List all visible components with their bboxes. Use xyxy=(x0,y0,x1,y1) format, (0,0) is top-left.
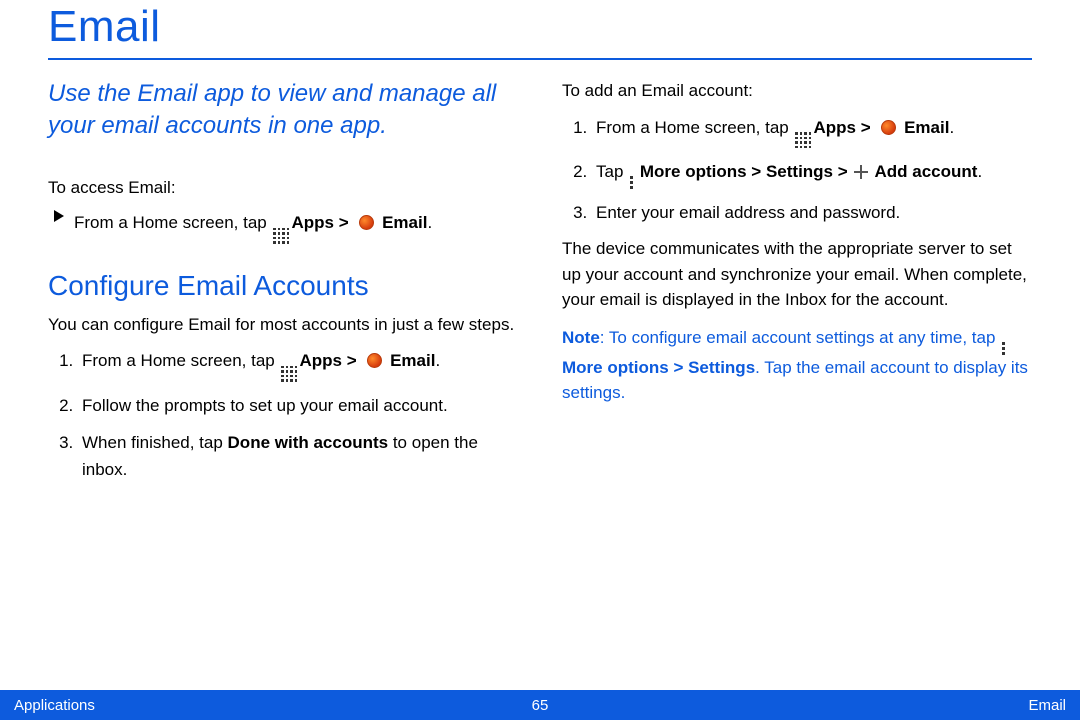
add-step-3: Enter your email address and password. xyxy=(592,199,1032,226)
add-steps: From a Home screen, tap Apps > Email. Ta… xyxy=(562,114,1032,227)
email-icon xyxy=(359,215,374,230)
left-column: Use the Email app to view and manage all… xyxy=(48,78,518,493)
addstep1-email: Email xyxy=(899,118,949,137)
note-bold: More options > Settings xyxy=(562,358,755,377)
server-paragraph: The device communicates with the appropr… xyxy=(562,236,1032,313)
access-step: From a Home screen, tap Apps > Email. xyxy=(54,210,518,244)
configure-intro: You can configure Email for most account… xyxy=(48,312,518,338)
step3-prefix: When finished, tap xyxy=(82,433,228,452)
add-step-1: From a Home screen, tap Apps > Email. xyxy=(592,114,1032,149)
triangle-bullet-icon xyxy=(54,210,64,222)
addstep2-add: Add account xyxy=(870,162,977,181)
plus-icon xyxy=(854,165,868,179)
note-text-1: : To configure email account settings at… xyxy=(600,328,1000,347)
addstep1-apps: Apps > xyxy=(813,118,875,137)
addstep1-prefix: From a Home screen, tap xyxy=(596,118,793,137)
add-label: To add an Email account: xyxy=(562,78,1032,104)
email-icon xyxy=(881,120,896,135)
content-columns: Use the Email app to view and manage all… xyxy=(48,78,1032,493)
title-rule xyxy=(48,58,1032,60)
step1-email: Email xyxy=(385,351,435,370)
addstep2-prefix: Tap xyxy=(596,162,628,181)
configure-step-2: Follow the prompts to set up your email … xyxy=(78,392,518,419)
apps-grid-icon xyxy=(273,228,289,244)
right-column: To add an Email account: From a Home scr… xyxy=(562,78,1032,493)
access-step-prefix: From a Home screen, tap xyxy=(74,213,271,232)
step3-bold: Done with accounts xyxy=(228,433,389,452)
configure-step-3: When finished, tap Done with accounts to… xyxy=(78,429,518,483)
footer-right: Email xyxy=(1028,697,1066,714)
email-label: Email xyxy=(377,213,427,232)
apps-label: Apps > xyxy=(291,213,353,232)
apps-grid-icon xyxy=(281,366,297,382)
step1-apps: Apps > xyxy=(299,351,361,370)
email-icon xyxy=(367,353,382,368)
add-step-2: Tap More options > Settings > Add accoun… xyxy=(592,158,1032,189)
page-title: Email xyxy=(48,0,1032,52)
note-label: Note xyxy=(562,328,600,347)
configure-steps: From a Home screen, tap Apps > Email. Fo… xyxy=(48,347,518,483)
footer-page-number: 65 xyxy=(532,697,549,714)
note-block: Note: To configure email account setting… xyxy=(562,325,1032,406)
step1-prefix: From a Home screen, tap xyxy=(82,351,279,370)
more-options-icon xyxy=(1002,342,1005,355)
configure-subhead: Configure Email Accounts xyxy=(48,270,518,302)
addstep2-more: More options > Settings > xyxy=(635,162,852,181)
more-options-icon xyxy=(630,176,633,189)
apps-grid-icon xyxy=(795,132,811,148)
page-footer: Applications 65 Email xyxy=(0,690,1080,720)
access-label: To access Email: xyxy=(48,175,518,201)
intro-text: Use the Email app to view and manage all… xyxy=(48,78,518,143)
footer-left: Applications xyxy=(14,697,95,714)
configure-step-1: From a Home screen, tap Apps > Email. xyxy=(78,347,518,382)
